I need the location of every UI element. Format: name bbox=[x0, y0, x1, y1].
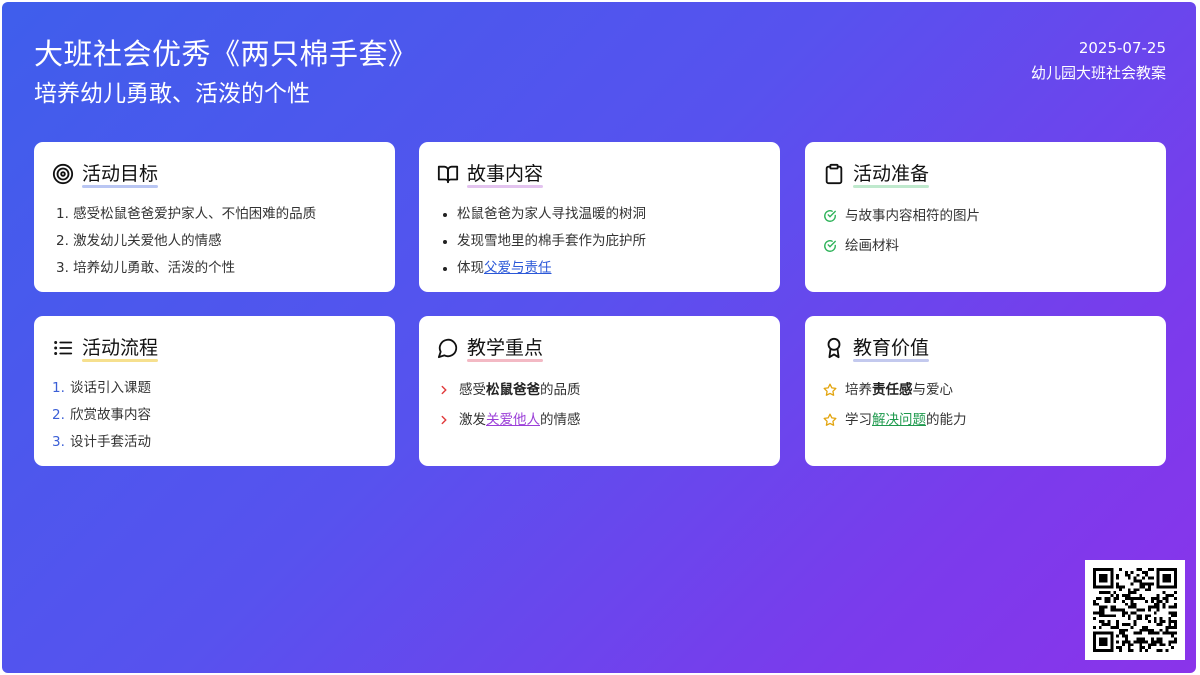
list-item: 2. 激发幼儿关爱他人的情感 bbox=[52, 228, 377, 255]
star-icon bbox=[823, 383, 837, 397]
list-item-text: 的能力 bbox=[926, 412, 967, 428]
list-item: 感受 松鼠爸爸 的品质 bbox=[437, 375, 762, 405]
list-item: 松鼠爸爸为家人寻找温暖的树洞 bbox=[437, 201, 762, 228]
card-header: 教育价值 bbox=[823, 335, 1148, 362]
card-title: 活动目标 bbox=[82, 163, 159, 188]
list-item-text: 欣赏故事内容 bbox=[70, 407, 151, 423]
emphasis-text: 松鼠爸爸 bbox=[486, 382, 540, 398]
card-title: 故事内容 bbox=[467, 163, 544, 188]
check-circle-icon bbox=[823, 239, 837, 253]
step-number: 2. bbox=[52, 407, 65, 423]
flow-list: 1. 谈话引入课题 2. 欣赏故事内容 3. 设计手套活动 bbox=[52, 375, 377, 456]
list-item-text: 的情感 bbox=[540, 412, 581, 428]
category-label: 幼儿园大班社会教案 bbox=[1030, 64, 1166, 82]
card-header: 活动流程 bbox=[52, 335, 377, 362]
list-item: 学习 解决问题 的能力 bbox=[823, 405, 1148, 435]
list-item: 培养 责任感 与爱心 bbox=[823, 375, 1148, 405]
page-subtitle: 培养幼儿勇敢、活泼的个性 bbox=[34, 81, 310, 107]
story-list: 松鼠爸爸为家人寻找温暖的树洞 发现雪地里的棉手套作为庇护所 体现 父爱与责任 bbox=[437, 201, 762, 282]
emphasis-text: 责任感 bbox=[872, 382, 913, 398]
list-item-text: 激发 bbox=[459, 412, 486, 428]
highlight-link[interactable]: 解决问题 bbox=[872, 405, 926, 435]
list-item-text: 与故事内容相符的图片 bbox=[845, 208, 980, 224]
list-item: 激发 关爱他人 的情感 bbox=[437, 405, 762, 435]
card-header: 教学重点 bbox=[437, 335, 762, 362]
bullet bbox=[443, 212, 447, 217]
list-item-text: 与爱心 bbox=[912, 382, 954, 398]
highlight-link[interactable]: 父爱与责任 bbox=[484, 255, 552, 282]
goals-list: 1. 感受松鼠爸爸爱护家人、不怕困难的品质 2. 激发幼儿关爱他人的情感 3. … bbox=[52, 201, 377, 282]
bullet bbox=[443, 239, 447, 244]
card-header: 活动准备 bbox=[823, 161, 1148, 188]
clipboard-icon bbox=[823, 163, 845, 185]
highlight-link[interactable]: 关爱他人 bbox=[486, 405, 540, 435]
card-title: 教育价值 bbox=[853, 337, 930, 362]
list-item: 与故事内容相符的图片 bbox=[823, 201, 1148, 231]
card-education-value: 教育价值 培养 责任感 与爱心 学习 解决问题 的能力 bbox=[805, 316, 1166, 466]
value-list: 培养 责任感 与爱心 学习 解决问题 的能力 bbox=[823, 375, 1148, 435]
target-icon bbox=[52, 163, 74, 185]
list-icon bbox=[52, 337, 74, 359]
list-item-text: 体现 bbox=[457, 260, 484, 276]
step-number: 3. bbox=[52, 434, 65, 450]
list-item-text: 感受 bbox=[459, 382, 486, 398]
card-header: 活动目标 bbox=[52, 161, 377, 188]
page-title: 大班社会优秀《两只棉手套》 bbox=[34, 37, 418, 71]
card-title: 教学重点 bbox=[467, 337, 544, 362]
chevron-right-icon bbox=[437, 413, 451, 427]
list-item-text: 谈话引入课题 bbox=[70, 380, 151, 396]
list-item-text: 培养 bbox=[845, 382, 872, 398]
check-circle-icon bbox=[823, 209, 837, 223]
list-item-text: 的品质 bbox=[540, 382, 581, 398]
list-item-text: 3. 培养幼儿勇敢、活泼的个性 bbox=[56, 260, 236, 276]
prep-list: 与故事内容相符的图片 绘画材料 bbox=[823, 201, 1148, 261]
focus-list: 感受 松鼠爸爸 的品质 激发 关爱他人 的情感 bbox=[437, 375, 762, 435]
card-activity-flow: 活动流程 1. 谈话引入课题 2. 欣赏故事内容 3. 设计手套活动 bbox=[34, 316, 395, 466]
card-activity-goals: 活动目标 1. 感受松鼠爸爸爱护家人、不怕困难的品质 2. 激发幼儿关爱他人的情… bbox=[34, 142, 395, 292]
date-label: 2025-07-25 bbox=[1078, 39, 1166, 57]
header-meta: 2025-07-25 幼儿园大班社会教案 bbox=[1031, 36, 1166, 86]
book-icon bbox=[437, 163, 459, 185]
list-item: 绘画材料 bbox=[823, 231, 1148, 261]
list-item-text: 松鼠爸爸为家人寻找温暖的树洞 bbox=[457, 206, 646, 222]
card-title: 活动准备 bbox=[853, 163, 930, 188]
bullet bbox=[443, 266, 447, 271]
card-teaching-focus: 教学重点 感受 松鼠爸爸 的品质 激发 关爱他人 的情感 bbox=[419, 316, 780, 466]
list-item-text: 设计手套活动 bbox=[70, 434, 151, 450]
star-icon bbox=[823, 413, 837, 427]
list-item: 体现 父爱与责任 bbox=[437, 255, 762, 282]
award-icon bbox=[823, 337, 845, 359]
step-number: 1. bbox=[52, 380, 65, 396]
slide-background: 大班社会优秀《两只棉手套》 培养幼儿勇敢、活泼的个性 2025-07-25 幼儿… bbox=[2, 2, 1196, 673]
list-item-text: 绘画材料 bbox=[845, 238, 899, 254]
card-title: 活动流程 bbox=[82, 337, 159, 362]
card-header: 故事内容 bbox=[437, 161, 762, 188]
list-item: 1. 感受松鼠爸爸爱护家人、不怕困难的品质 bbox=[52, 201, 377, 228]
list-item-text: 1. 感受松鼠爸爸爱护家人、不怕困难的品质 bbox=[56, 206, 317, 222]
card-story-content: 故事内容 松鼠爸爸为家人寻找温暖的树洞 发现雪地里的棉手套作为庇护所 体现 父爱与… bbox=[419, 142, 780, 292]
card-activity-prep: 活动准备 与故事内容相符的图片 绘画材料 bbox=[805, 142, 1166, 292]
list-item-text: 学习 bbox=[845, 412, 872, 428]
list-item: 3. 培养幼儿勇敢、活泼的个性 bbox=[52, 255, 377, 282]
list-item: 发现雪地里的棉手套作为庇护所 bbox=[437, 228, 762, 255]
list-item: 3. 设计手套活动 bbox=[52, 429, 377, 456]
list-item-text: 发现雪地里的棉手套作为庇护所 bbox=[457, 233, 646, 249]
speech-bubble-icon bbox=[437, 337, 459, 359]
list-item: 2. 欣赏故事内容 bbox=[52, 402, 377, 429]
chevron-right-icon bbox=[437, 383, 451, 397]
list-item: 1. 谈话引入课题 bbox=[52, 375, 377, 402]
list-item-text: 2. 激发幼儿关爱他人的情感 bbox=[56, 233, 222, 249]
qr-code-icon bbox=[1085, 560, 1185, 660]
